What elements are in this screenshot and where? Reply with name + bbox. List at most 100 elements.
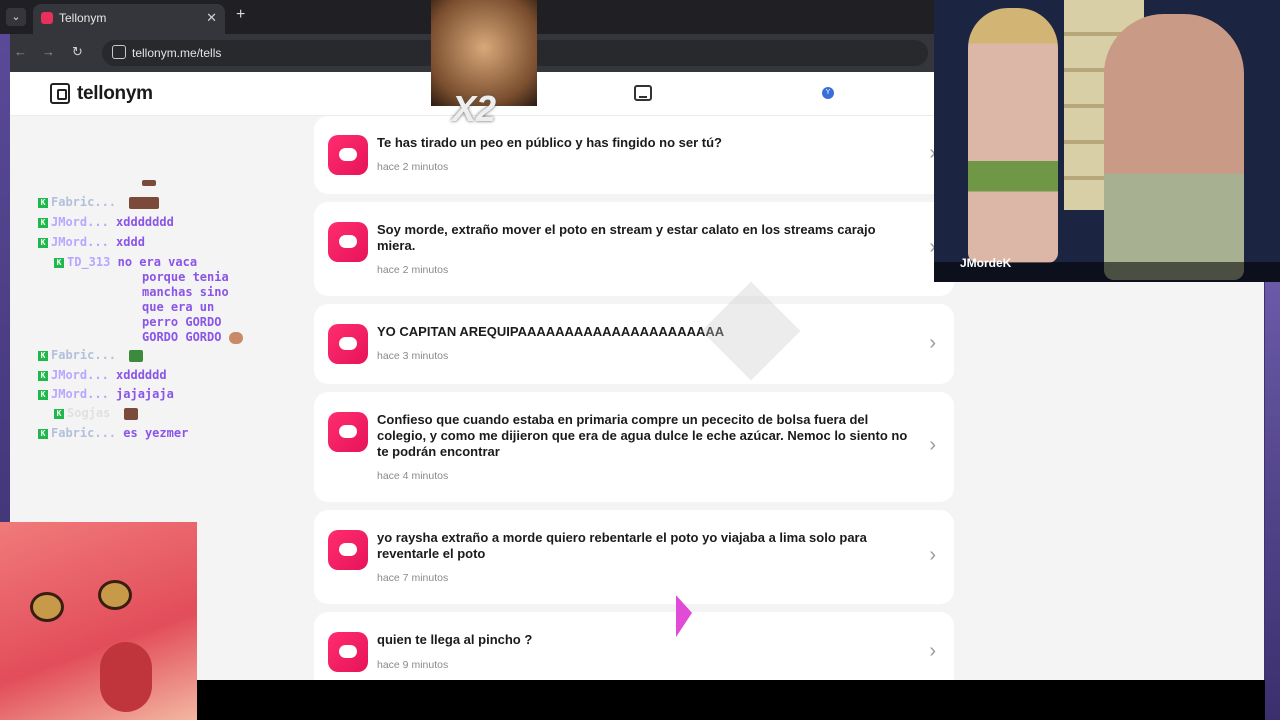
- tell-card[interactable]: yo raysha extraño a morde quiero rebenta…: [314, 510, 954, 604]
- tell-icon: [328, 135, 368, 175]
- chat-text: xddddddd: [116, 215, 174, 229]
- inbox-icon[interactable]: [634, 85, 652, 101]
- chat-emote-icon: [129, 349, 144, 362]
- chat-emote-icon: [129, 196, 160, 209]
- tell-card[interactable]: Te has tirado un peo en público y has fi…: [314, 116, 954, 194]
- chat-emote-icon: [123, 407, 138, 420]
- chat-username: Fabric...: [51, 426, 117, 440]
- chat-message: K TD_313 no era vaca: [54, 255, 197, 269]
- chat-emote-icon: [142, 180, 156, 186]
- moderator-badge-icon: K: [38, 237, 48, 248]
- chat-message: GORDO GORDO: [142, 330, 243, 344]
- tell-message: Confieso que cuando estaba en primaria c…: [377, 412, 908, 459]
- chat-message: K Fabric... es yezmer: [38, 426, 188, 440]
- tell-icon: [328, 324, 368, 364]
- profile-avatar[interactable]: Y: [822, 87, 834, 99]
- vtuber-eye: [30, 592, 64, 622]
- chat-text: porque tenia: [142, 270, 229, 284]
- chat-text: xdddddd: [116, 368, 167, 382]
- chevron-right-icon[interactable]: ›: [929, 544, 936, 567]
- chat-emote-icon: [228, 331, 243, 344]
- chat-text: GORDO GORDO: [142, 330, 222, 344]
- chat-message: K Fabric...: [38, 348, 144, 362]
- chat-message: K JMord... xdddddd: [38, 368, 167, 382]
- chat-username: TD_313: [67, 255, 111, 269]
- url-text: tellonym.me/tells: [132, 46, 222, 60]
- chat-message: K JMord... jajajaja: [38, 387, 174, 401]
- chat-message: K Fabric...: [38, 195, 160, 209]
- webcam-stream-overlay: JMordeK: [934, 0, 1280, 282]
- brand-name[interactable]: tellonym: [77, 83, 153, 105]
- reload-icon[interactable]: ↻: [72, 44, 83, 60]
- vtuber-mouth: [100, 642, 152, 712]
- tab-title: Tellonym: [59, 11, 107, 25]
- chevron-right-icon[interactable]: ›: [929, 434, 936, 457]
- moderator-badge-icon: K: [38, 389, 48, 400]
- chat-username: JMord...: [51, 215, 109, 229]
- tell-icon: [328, 632, 368, 672]
- moderator-badge-icon: K: [38, 370, 48, 381]
- tab-search-button[interactable]: ⌄: [6, 8, 26, 26]
- tell-time: hace 2 minutos: [377, 264, 449, 276]
- moderator-badge-icon: K: [38, 428, 48, 439]
- moderator-badge-icon: K: [38, 217, 48, 228]
- vtuber-avatar-image: [0, 522, 197, 720]
- tell-message: yo raysha extraño a morde quiero rebenta…: [377, 530, 867, 561]
- chat-message: K JMord... xddd: [38, 235, 145, 249]
- chat-message: K JMord... xddddddd: [38, 215, 174, 229]
- tell-message: Te has tirado un peo en público y has fi…: [377, 135, 723, 150]
- site-settings-icon[interactable]: [112, 45, 126, 59]
- tells-list: Te has tirado un peo en público y has fi…: [314, 116, 954, 680]
- tell-time: hace 2 minutos: [377, 161, 449, 173]
- chat-text: perro GORDO: [142, 315, 222, 329]
- chat-text: que era un: [142, 300, 215, 314]
- stream-chat-overlay: K Fabric... K JMord... xddddddd K JMord... …: [38, 180, 278, 440]
- chat-username: Sogjas: [67, 406, 111, 420]
- chat-username: Fabric...: [51, 348, 117, 362]
- chat-text: manchas sino: [142, 285, 229, 299]
- tell-time: hace 3 minutos: [377, 350, 449, 362]
- chat-text: no era vaca: [117, 255, 198, 269]
- chat-text: es yezmer: [123, 426, 189, 440]
- moderator-badge-icon: K: [54, 257, 64, 268]
- moderator-badge-icon: K: [38, 350, 48, 361]
- tell-time: hace 7 minutos: [377, 572, 449, 584]
- chat-username: Fabric...: [51, 195, 117, 209]
- streamer-image: [1104, 14, 1244, 280]
- back-icon[interactable]: ←: [14, 44, 27, 59]
- moderator-badge-icon: K: [54, 408, 64, 419]
- bottom-black-bar: [197, 680, 1265, 720]
- tell-time: hace 9 minutos: [377, 659, 449, 671]
- meme-multiplier: X2: [452, 88, 497, 129]
- tell-message: quien te llega al pincho ?: [377, 632, 533, 647]
- forward-icon[interactable]: →: [42, 44, 55, 59]
- tell-card[interactable]: YO CAPITAN AREQUIPAAAAAAAAAAAAAAAAAAAAAA…: [314, 304, 954, 384]
- tell-time: hace 4 minutos: [377, 470, 449, 482]
- tellonym-favicon-icon: [41, 12, 53, 24]
- stream-channel-name: JMordeK: [960, 256, 1012, 270]
- new-tab-button[interactable]: +: [236, 6, 245, 24]
- tell-icon: [328, 412, 368, 452]
- mouse-cursor-icon: [676, 595, 692, 643]
- chat-username: JMord...: [51, 387, 109, 401]
- chevron-right-icon[interactable]: ›: [929, 332, 936, 355]
- tellonym-logo-icon[interactable]: [50, 83, 70, 104]
- tell-card[interactable]: Confieso que cuando estaba en primaria c…: [314, 392, 954, 502]
- chat-username: JMord...: [51, 368, 109, 382]
- close-tab-icon[interactable]: ✕: [206, 4, 217, 32]
- chevron-right-icon[interactable]: ›: [929, 640, 936, 663]
- vtuber-eye: [98, 580, 132, 610]
- tab-tellonym[interactable]: Tellonym ✕: [33, 4, 225, 34]
- tell-card[interactable]: Soy morde, extraño mover el poto en stre…: [314, 202, 954, 296]
- tell-message: YO CAPITAN AREQUIPAAAAAAAAAAAAAAAAAAAAAA: [377, 324, 725, 339]
- chat-username: JMord...: [51, 235, 109, 249]
- chat-text: xddd: [116, 235, 145, 249]
- stream-frame-right: [1265, 280, 1280, 720]
- tell-message: Soy morde, extraño mover el poto en stre…: [377, 222, 876, 253]
- chat-message: K Sogjas: [54, 406, 138, 420]
- tell-icon: [328, 222, 368, 262]
- anime-figure-image: [968, 8, 1058, 263]
- tell-card[interactable]: quien te llega al pincho ? hace 9 minuto…: [314, 612, 954, 680]
- tell-icon: [328, 530, 368, 570]
- chat-text: jajajaja: [116, 387, 174, 401]
